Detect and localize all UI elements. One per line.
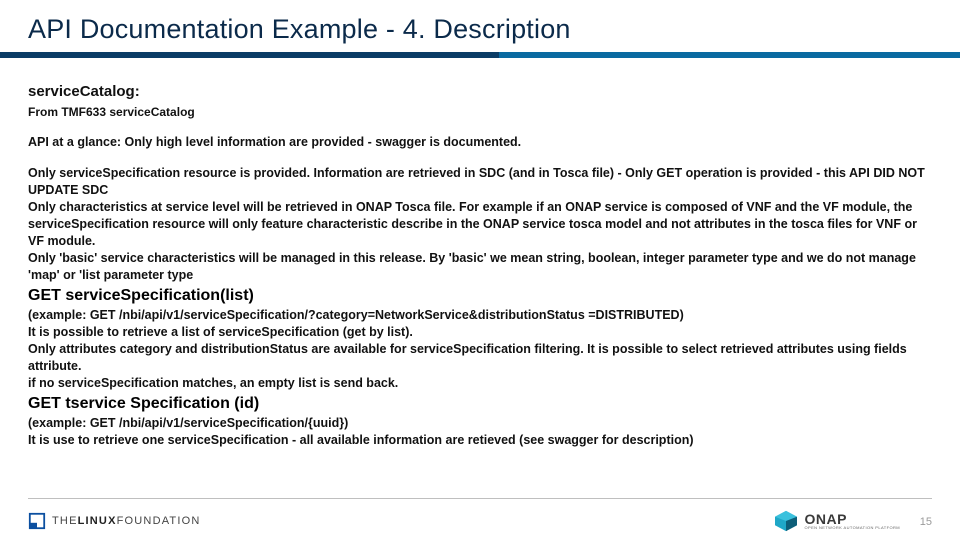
body-paragraph-1c: Only 'basic' service characteristics wil… (28, 250, 932, 284)
api-glance: API at a glance: Only high level informa… (28, 134, 932, 151)
slide-title: API Documentation Example - 4. Descripti… (28, 14, 960, 45)
linux-foundation-icon (28, 512, 46, 530)
linux-foundation-text: THELINUXFOUNDATION (52, 515, 201, 527)
section-heading: serviceCatalog: (28, 82, 932, 102)
body-paragraph-2d: if no serviceSpecification matches, an e… (28, 375, 932, 392)
linux-foundation-logo: THELINUXFOUNDATION (28, 512, 201, 530)
footer: THELINUXFOUNDATION ONAP OPEN NETWORK AUT… (0, 498, 960, 540)
footer-divider (28, 498, 932, 499)
lf-linux: LINUX (78, 515, 117, 527)
subsection-get-list: GET serviceSpecification(list) (28, 285, 932, 307)
onap-name: ONAP (805, 512, 900, 526)
slide: API Documentation Example - 4. Descripti… (0, 0, 960, 540)
content-area: serviceCatalog: From TMF633 serviceCatal… (0, 58, 960, 449)
title-bar: API Documentation Example - 4. Descripti… (0, 0, 960, 58)
section-subheading: From TMF633 serviceCatalog (28, 104, 932, 120)
body-paragraph-2c: Only attributes category and distributio… (28, 341, 932, 375)
onap-logo: ONAP OPEN NETWORK AUTOMATION PLATFORM (773, 510, 900, 532)
body-paragraph-3a: (example: GET /nbi/api/v1/serviceSpecifi… (28, 415, 932, 432)
body-paragraph-3b: It is use to retrieve one serviceSpecifi… (28, 432, 932, 449)
body-paragraph-2b: It is possible to retrieve a list of ser… (28, 324, 932, 341)
body-paragraph-2a: (example: GET /nbi/api/v1/serviceSpecifi… (28, 307, 932, 324)
lf-the: THE (52, 515, 78, 527)
page-number: 15 (920, 516, 932, 528)
lf-foundation: FOUNDATION (117, 515, 201, 527)
onap-text: ONAP OPEN NETWORK AUTOMATION PLATFORM (805, 512, 900, 530)
body-paragraph-1b: Only characteristics at service level wi… (28, 199, 932, 250)
onap-tagline: OPEN NETWORK AUTOMATION PLATFORM (805, 526, 900, 530)
subsection-get-id: GET tservice Specification (id) (28, 393, 932, 415)
onap-icon (773, 510, 799, 532)
title-underline (0, 52, 960, 58)
body-paragraph-1a: Only serviceSpecification resource is pr… (28, 165, 932, 199)
